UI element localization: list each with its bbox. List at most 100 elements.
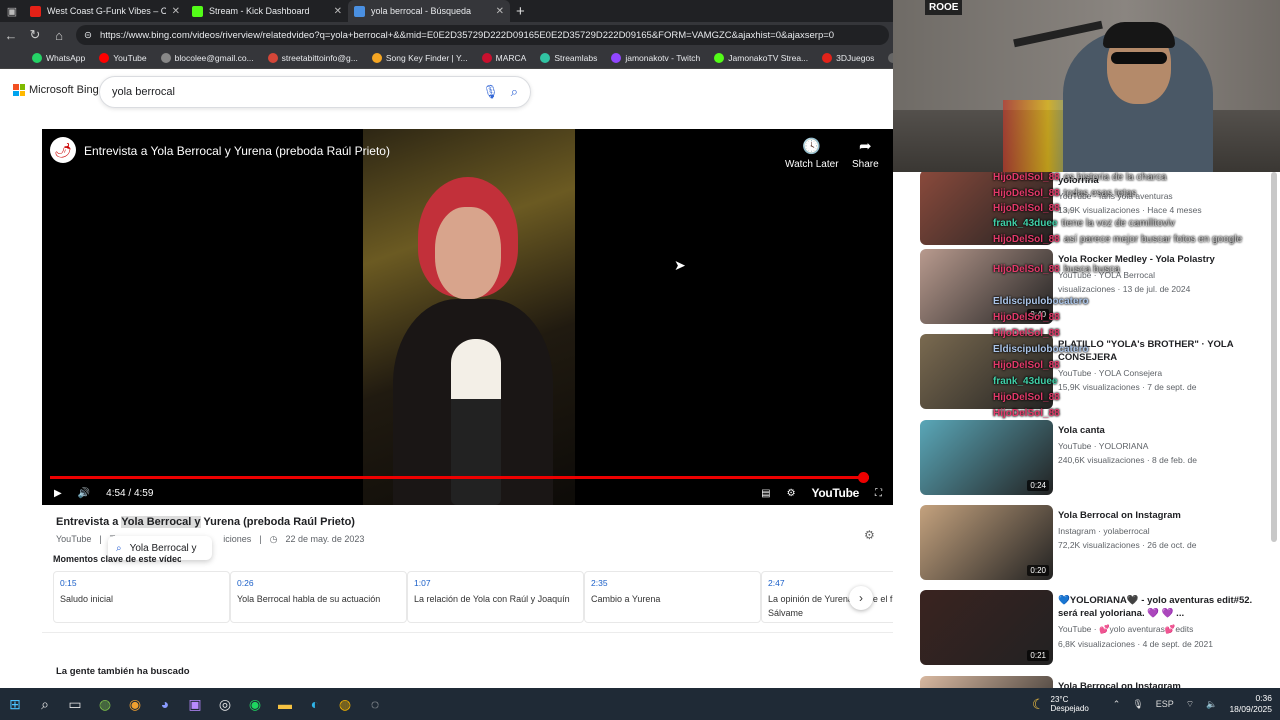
- steam-icon[interactable]: ◎: [210, 688, 240, 720]
- options-icon[interactable]: ⚙: [864, 528, 875, 542]
- scrollbar[interactable]: [1271, 172, 1277, 542]
- wifi-icon[interactable]: ⌔: [1186, 699, 1194, 710]
- close-icon[interactable]: ✕: [496, 6, 504, 17]
- bookmark-item[interactable]: JamonakoTV Strea...: [714, 53, 808, 63]
- watch-later-button[interactable]: 🕓 Watch Later: [785, 137, 839, 170]
- xbox-icon[interactable]: ◍: [90, 688, 120, 720]
- tab-1[interactable]: Stream - Kick Dashboard ✕: [186, 0, 348, 22]
- video-thumbnail[interactable]: [920, 676, 1053, 688]
- related-video-title[interactable]: Yola Berrocal on Instagram: [1058, 509, 1258, 522]
- video-thumbnail[interactable]: 0:20: [920, 505, 1053, 580]
- tab-2[interactable]: yola berrocal - Búsqueda ✕: [348, 0, 510, 22]
- bookmark-item[interactable]: MARCA: [481, 53, 526, 63]
- bookmark-item[interactable]: YouTube: [99, 53, 147, 63]
- play-icon[interactable]: ▶: [54, 488, 62, 499]
- bookmark-item[interactable]: Song Key Finder | Y...: [371, 53, 468, 63]
- related-video-meta: 72,2K visualizaciones · 26 de oct. de: [1058, 540, 1197, 550]
- edge-icon[interactable]: ◐: [300, 688, 330, 720]
- search-input[interactable]: yola berrocal: [112, 86, 470, 98]
- moment-label: Saludo inicial: [60, 594, 114, 604]
- bookmark-item[interactable]: jamonakotv - Twitch: [611, 53, 700, 63]
- search-box[interactable]: yola berrocal 🎙 ⌕: [99, 76, 531, 108]
- video-duration: 9:40: [1027, 309, 1049, 320]
- back-icon[interactable]: ←: [4, 28, 18, 43]
- site-info-icon[interactable]: ⊝: [84, 30, 92, 41]
- bookmark-item[interactable]: blocolee@gmail.co...: [160, 53, 254, 63]
- subtitles-icon[interactable]: ▤: [761, 488, 770, 499]
- speaker-icon[interactable]: 🔈: [1206, 699, 1217, 710]
- related-video-title[interactable]: PLATILLO "YOLA's BROTHER" · YOLA CONSEJE…: [1058, 338, 1258, 364]
- mouse-cursor-icon: ➤: [674, 257, 686, 273]
- next-arrow-button[interactable]: ›: [849, 586, 873, 610]
- calendar-icon: ◷: [269, 534, 278, 544]
- video-player[interactable]: 🌶 Entrevista a Yola Berrocal y Yurena (p…: [42, 129, 894, 505]
- new-tab-icon[interactable]: +: [516, 3, 525, 20]
- related-video-title[interactable]: Yola Berrocal on Instagram: [1058, 680, 1258, 688]
- tab-0[interactable]: West Coast G-Funk Vibes – C ✕: [24, 0, 186, 22]
- related-video-item[interactable]: 0:24 Yola canta YouTube · YOLORIANA 240,6K …: [920, 420, 1260, 496]
- related-video-item[interactable]: Yola Berrocal on Instagram: [920, 676, 1260, 688]
- related-video-title[interactable]: Yola Rocker Medley - Yola Polastry: [1058, 253, 1258, 266]
- related-video-source: Instagram · yolaberrocal: [1058, 526, 1150, 536]
- spotify-icon[interactable]: ◉: [240, 688, 270, 720]
- close-icon[interactable]: ✕: [172, 6, 180, 17]
- related-video-title[interactable]: 💙YOLORIANA🖤 - yolo aventuras edit#52. se…: [1058, 594, 1258, 620]
- microphone-icon[interactable]: 🎙: [1132, 699, 1143, 710]
- bookmark-item[interactable]: 3DJuegos: [822, 53, 874, 63]
- channel-logo-icon[interactable]: 🌶: [50, 137, 76, 163]
- bookmark-item[interactable]: streetabittoinfo@g...: [267, 53, 358, 63]
- bookmark-item[interactable]: WhatsApp: [32, 53, 85, 63]
- microphone-icon[interactable]: 🎙: [482, 84, 499, 100]
- url-input[interactable]: ⊝ https://www.bing.com/videos/riverview/…: [76, 25, 889, 45]
- video-thumbnail[interactable]: 0:24: [920, 420, 1053, 495]
- search-icon[interactable]: ⌕: [511, 84, 518, 100]
- key-moment-item[interactable]: 2:35 Cambio a Yurena: [584, 571, 761, 623]
- twitch-icon[interactable]: ▣: [180, 688, 210, 720]
- tab-actions-icon[interactable]: ▣: [0, 0, 24, 22]
- key-moment-item[interactable]: 1:07 La relación de Yola con Raúl y Joaqu…: [407, 571, 584, 623]
- chrome-icon[interactable]: ◍: [330, 688, 360, 720]
- search-icon[interactable]: ⌕: [30, 688, 60, 720]
- related-video-item[interactable]: 0:21 💙YOLORIANA🖤 - yolo aventuras edit#52…: [920, 590, 1260, 666]
- video-source[interactable]: YouTube: [56, 534, 91, 545]
- progress-bar[interactable]: [50, 472, 870, 483]
- youtube-logo[interactable]: YouTube: [812, 486, 860, 500]
- video-title[interactable]: Entrevista a Yola Berrocal y Yurena (pre…: [56, 516, 355, 528]
- home-icon[interactable]: ⌂: [52, 28, 66, 43]
- weather-widget[interactable]: ☾ 23°C Despejado: [1032, 695, 1089, 713]
- clock[interactable]: 0:36 18/09/2025: [1229, 693, 1272, 715]
- reload-icon[interactable]: ↻: [28, 27, 42, 43]
- app-icon[interactable]: ◉: [120, 688, 150, 720]
- weather-desc: Despejado: [1050, 704, 1089, 713]
- settings-gear-icon[interactable]: ⚙: [787, 488, 796, 499]
- moment-label: Cambio a Yurena: [591, 594, 661, 604]
- video-thumbnail[interactable]: [920, 172, 1053, 245]
- discord-icon[interactable]: ◕: [150, 688, 180, 720]
- video-thumbnail[interactable]: 0:21: [920, 590, 1053, 665]
- language-indicator[interactable]: ESP: [1156, 699, 1174, 709]
- player-title[interactable]: Entrevista a Yola Berrocal y Yurena (pre…: [84, 144, 390, 158]
- key-moment-item[interactable]: 0:26 Yola Berrocal habla de su actuación: [230, 571, 407, 623]
- related-video-item[interactable]: yolorrina YouTube · fans yola aventuras 13…: [920, 172, 1260, 246]
- bookmark-favicon-icon: [32, 53, 42, 63]
- close-icon[interactable]: ✕: [334, 6, 342, 17]
- bookmark-favicon-icon: [611, 53, 622, 63]
- bookmark-item[interactable]: Streamlabs: [540, 53, 597, 63]
- task-view-icon[interactable]: ▭: [60, 688, 90, 720]
- related-video-title[interactable]: yolorrina: [1058, 174, 1258, 187]
- chevron-up-icon[interactable]: ⌃: [1113, 699, 1121, 710]
- bing-logo[interactable]: Microsoft Bing: [13, 84, 99, 96]
- windows-start-icon[interactable]: ⊞: [0, 688, 30, 720]
- related-video-item[interactable]: PLATILLO "YOLA's BROTHER" · YOLA CONSEJE…: [920, 334, 1260, 410]
- share-button[interactable]: ➦ Share: [852, 137, 879, 170]
- video-thumbnail[interactable]: [920, 334, 1053, 409]
- fullscreen-icon[interactable]: ⛶: [875, 488, 882, 499]
- key-moment-item[interactable]: 0:15 Saludo inicial: [53, 571, 230, 623]
- file-explorer-icon[interactable]: ▬: [270, 688, 300, 720]
- video-thumbnail[interactable]: 9:40: [920, 249, 1053, 324]
- related-video-item[interactable]: 9:40 Yola Rocker Medley - Yola Polastry Yo…: [920, 249, 1260, 325]
- related-video-title[interactable]: Yola canta: [1058, 424, 1258, 437]
- volume-icon[interactable]: 🔊: [78, 488, 90, 499]
- obs-icon[interactable]: ◌: [360, 688, 390, 720]
- related-video-item[interactable]: 0:20 Yola Berrocal on Instagram Instagram …: [920, 505, 1260, 581]
